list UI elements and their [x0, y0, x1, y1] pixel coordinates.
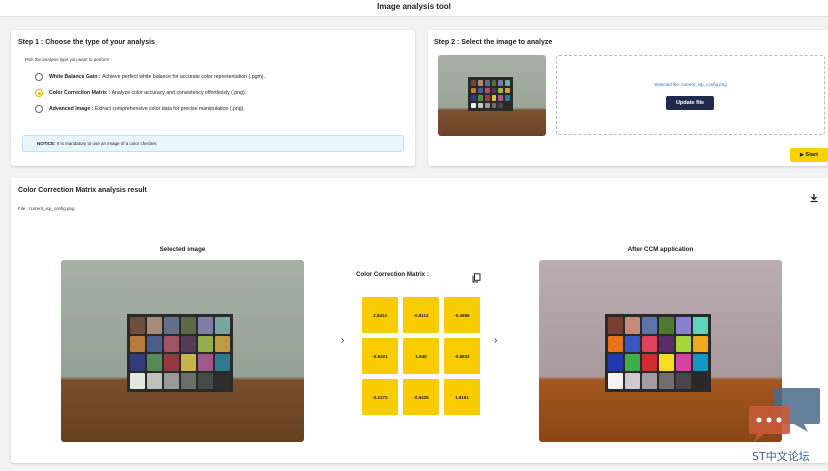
chevron-left-icon[interactable]: ›: [341, 335, 344, 346]
copy-icon[interactable]: [472, 270, 481, 283]
matrix-cell: 1.8161: [444, 379, 480, 415]
app-title: Image analysis tool: [377, 2, 451, 11]
notice-label: NOTICE:: [37, 141, 56, 146]
selected-image: [61, 260, 304, 442]
option-desc: Extract comprehensive color data for pre…: [94, 106, 245, 112]
matrix-cell: -0.5426: [403, 379, 439, 415]
option-name: White Balance Gain :: [49, 74, 101, 80]
radio-color-correction[interactable]: [35, 89, 43, 97]
step1-prompt: Pick the analysis type you want to perfo…: [25, 57, 112, 62]
option-advanced-image[interactable]: Advanced Image : Extract comprehensive c…: [35, 105, 245, 113]
result-title: Color Correction Matrix analysis result: [18, 187, 147, 194]
matrix-cell: 2.5414: [362, 297, 398, 333]
notice-text: It is mandatory to use an image of a col…: [56, 141, 158, 146]
option-color-correction[interactable]: Color Correction Matrix : Analyze color …: [35, 89, 246, 97]
radio-advanced-image[interactable]: [35, 105, 43, 113]
matrix-cell: -0.4655: [444, 297, 480, 333]
step1-title: Step 1 : Choose the type of your analysi…: [18, 39, 155, 46]
update-file-button[interactable]: Update file: [666, 96, 714, 110]
start-button[interactable]: ▶ Start: [790, 148, 828, 162]
option-desc: Analyze color accuracy and consistency e…: [111, 90, 247, 96]
step2-title: Step 2 : Select the image to analyze: [434, 39, 553, 46]
forum-logo-icon: [748, 386, 824, 446]
start-label: Start: [805, 152, 818, 158]
matrix-cell: -0.2372: [362, 379, 398, 415]
matrix-title: Color Correction Matrix :: [356, 271, 429, 278]
matrix-cell: -0.8114: [403, 297, 439, 333]
after-ccm-label: After CCM application: [627, 246, 694, 253]
radio-white-balance[interactable]: [35, 73, 43, 81]
option-name: Advanced Image :: [49, 106, 94, 112]
result-file-label: File : current_isp_config.png: [18, 206, 75, 211]
matrix-cell: -0.5832: [444, 338, 480, 374]
option-name: Color Correction Matrix :: [49, 90, 111, 96]
notice-banner: NOTICE: It is mandatory to use an image …: [22, 135, 404, 152]
matrix-cell: 1.645: [403, 338, 439, 374]
play-icon: ▶: [800, 152, 804, 158]
download-icon[interactable]: [809, 190, 819, 203]
after-ccm-image: [539, 260, 782, 442]
ccm-matrix: 2.5414 -0.8114 -0.4655 -0.5321 1.645 -0.…: [362, 297, 480, 415]
file-drop-zone[interactable]: [556, 55, 825, 135]
option-desc: Achieve perfect white balance for accura…: [102, 74, 265, 80]
chevron-right-icon[interactable]: ›: [494, 335, 497, 346]
color-checker: [605, 314, 711, 392]
color-checker: [468, 77, 513, 111]
option-white-balance[interactable]: White Balance Gain : Achieve perfect whi…: [35, 73, 265, 81]
app-header: Image analysis tool: [0, 0, 828, 17]
selected-file-text: Selected file: current_isp_config.png: [654, 82, 727, 87]
color-checker: [127, 314, 233, 392]
selected-image-label: Selected image: [159, 246, 206, 253]
thumbnail-image: [438, 55, 546, 136]
watermark-text: ST中文论坛: [752, 450, 810, 463]
matrix-cell: -0.5321: [362, 338, 398, 374]
